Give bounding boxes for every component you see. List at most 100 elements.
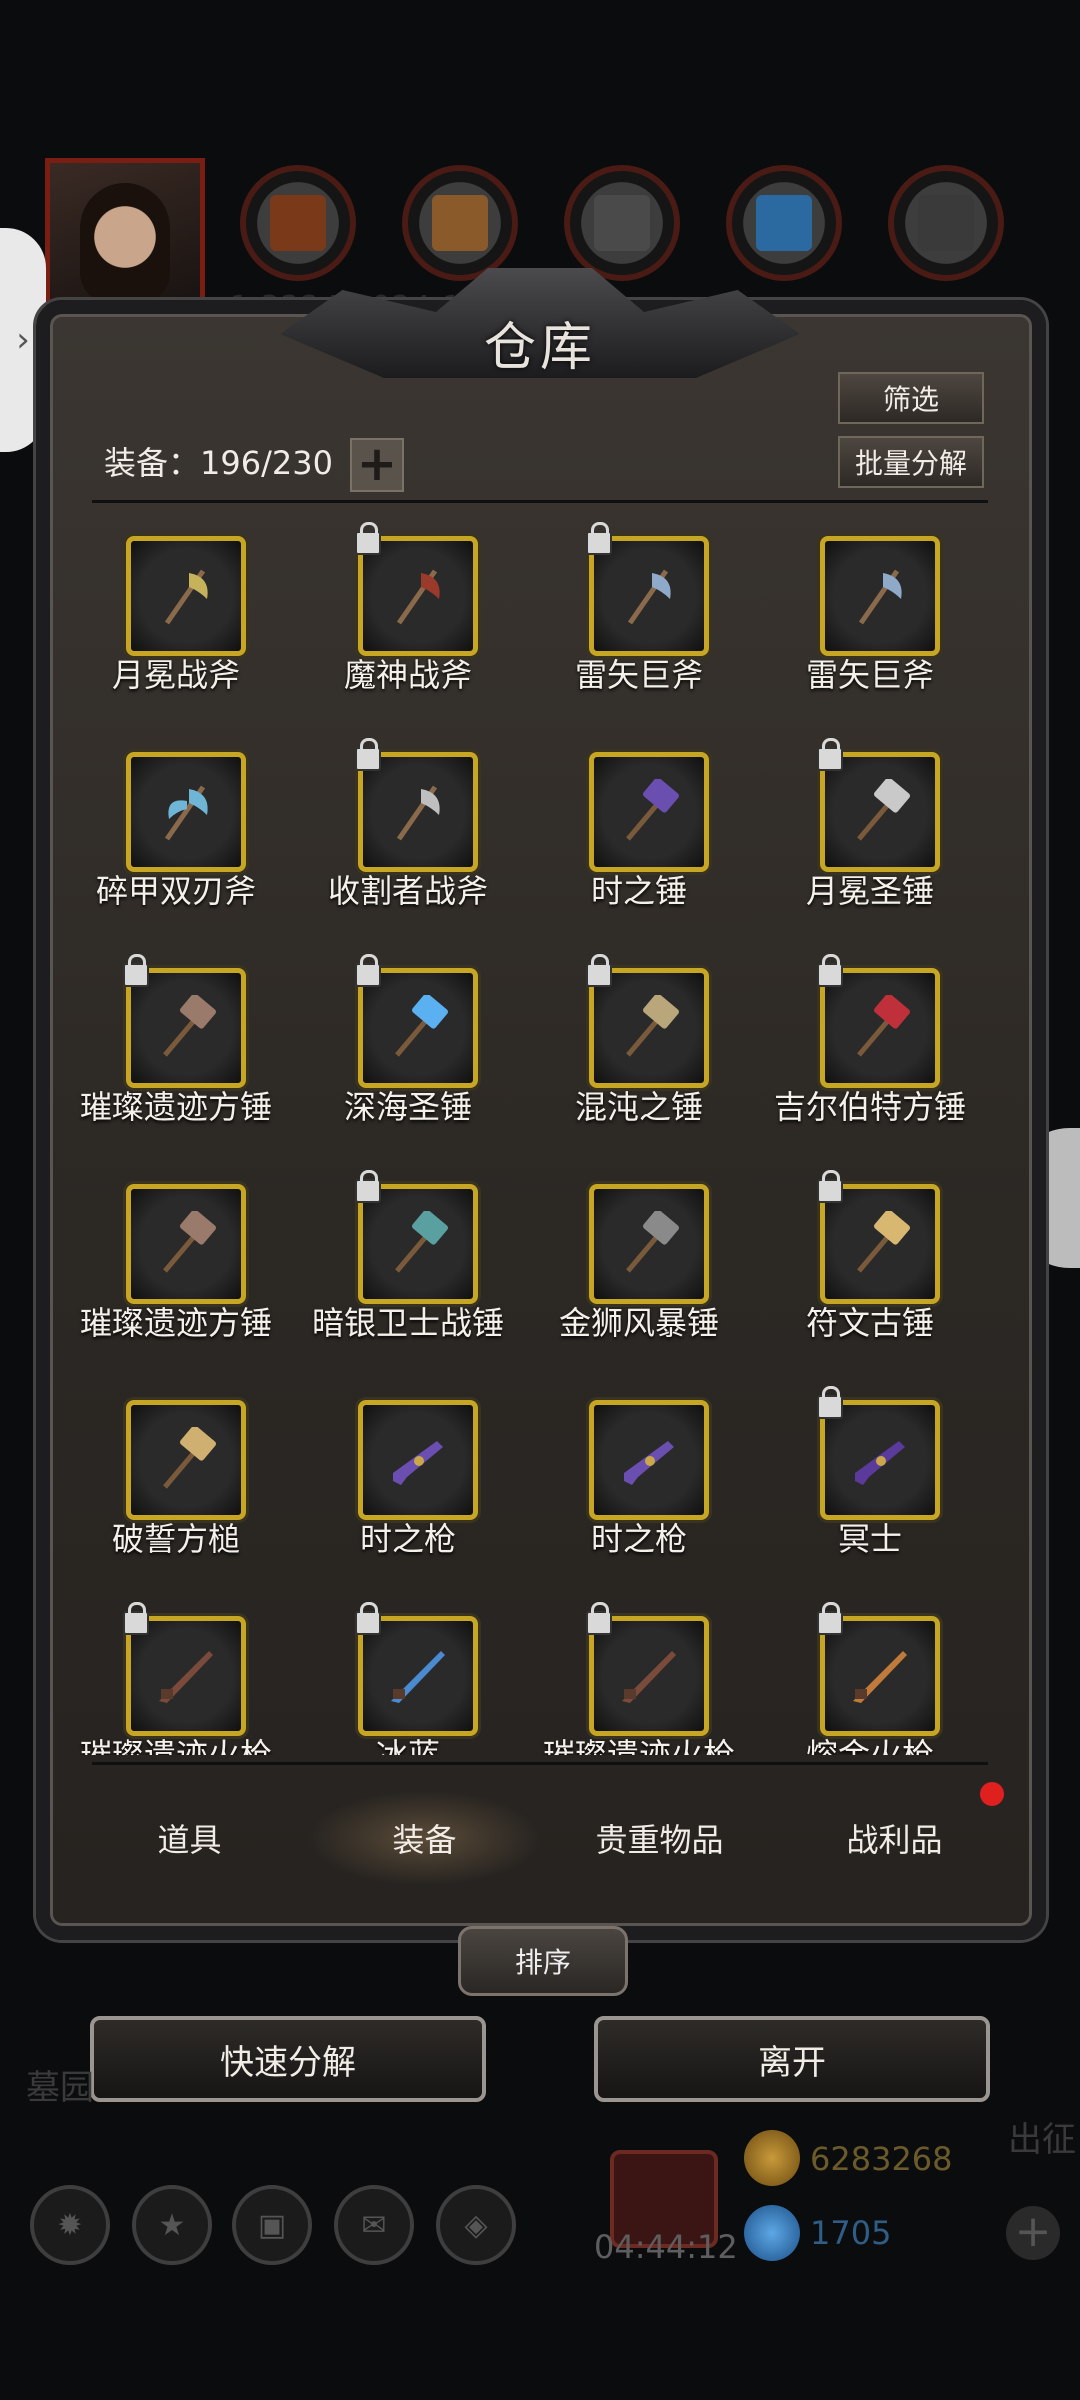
item-name: 璀璨遗迹火枪	[542, 1736, 735, 1755]
inventory-item[interactable]: 璀璨遗迹火枪	[60, 1600, 292, 1755]
sort-button[interactable]: 排序	[458, 1926, 628, 1996]
item-name: 魔神战斧	[343, 656, 472, 694]
cemetery-label: 墓园	[26, 2068, 94, 2108]
meat-resource-icon[interactable]	[240, 165, 356, 281]
item-slot	[817, 738, 940, 872]
achievement-icon[interactable]: ★	[132, 2185, 212, 2265]
gun-icon	[855, 1441, 905, 1485]
item-name: 熔金火枪	[805, 1736, 934, 1755]
lock-icon	[586, 954, 612, 987]
tab-label: 装备	[392, 1821, 457, 1859]
item-slot	[817, 1170, 940, 1304]
inventory-item[interactable]: 璀璨遗迹火枪	[523, 1600, 755, 1755]
crystal-resource-icon[interactable]	[726, 165, 842, 281]
inventory-item[interactable]: 深海圣锤	[292, 952, 524, 1152]
gem-amount: 1705	[810, 2214, 892, 2252]
lock-icon	[123, 1602, 149, 1635]
axe-icon	[164, 569, 208, 625]
tab-label: 贵重物品	[595, 1821, 724, 1859]
item-name: 符文古锤	[805, 1304, 934, 1342]
header-divider	[92, 500, 988, 503]
hammer-icon	[163, 1427, 216, 1489]
item-name: 璀璨遗迹火枪	[79, 1736, 272, 1755]
item-slot	[589, 1400, 709, 1520]
rifle-icon	[853, 1651, 907, 1703]
expedition-label: 出征	[1008, 2120, 1076, 2160]
item-slot	[355, 1602, 478, 1736]
inventory-item[interactable]: 冰蓝	[292, 1600, 524, 1755]
lock-icon	[355, 738, 381, 771]
inventory-item[interactable]: 时之枪	[292, 1384, 524, 1584]
item-slot	[126, 1400, 246, 1520]
inventory-item[interactable]: 破誓方槌	[60, 1384, 292, 1584]
item-name: 收割者战斧	[327, 872, 488, 910]
filter-button[interactable]: 筛选	[838, 372, 984, 424]
batch-decompose-button[interactable]: 批量分解	[838, 436, 984, 488]
lock-icon	[817, 1386, 843, 1419]
tab-loot[interactable]: 战利品	[777, 1790, 1012, 1886]
hammer-icon	[857, 995, 910, 1057]
player-avatar	[80, 183, 170, 303]
inventory-item[interactable]: 雷矢巨斧	[523, 520, 755, 720]
inventory-item[interactable]: 收割者战斧	[292, 736, 524, 936]
inventory-item[interactable]: 暗银卫士战锤	[292, 1168, 524, 1368]
item-name: 深海圣锤	[343, 1088, 472, 1126]
lock-icon	[817, 1602, 843, 1635]
inventory-item[interactable]: 时之锤	[523, 736, 755, 936]
ranking-icon[interactable]: ◈	[436, 2185, 516, 2265]
inventory-item[interactable]: 符文古锤	[754, 1168, 986, 1368]
gun-icon	[393, 1441, 443, 1485]
tab-label: 道具	[157, 1821, 222, 1859]
inventory-item[interactable]: 魔神战斧	[292, 520, 524, 720]
guild-icon[interactable]: ▣	[232, 2185, 312, 2265]
item-slot	[586, 522, 709, 656]
item-slot	[817, 954, 940, 1088]
inventory-item[interactable]: 月冕圣锤	[754, 736, 986, 936]
gift-timer: 04:44:12	[594, 2228, 738, 2266]
item-name: 混沌之锤	[574, 1088, 703, 1126]
category-tabs: 道具 装备 贵重物品 战利品	[72, 1790, 1012, 1886]
inventory-item[interactable]: 碎甲双刃斧	[60, 736, 292, 936]
inventory-item[interactable]: 璀璨遗迹方锤	[60, 952, 292, 1152]
inventory-item[interactable]: 璀璨遗迹方锤	[60, 1168, 292, 1368]
lock-icon	[586, 522, 612, 555]
item-slot	[586, 954, 709, 1088]
inventory-item[interactable]: 时之枪	[523, 1384, 755, 1584]
lightning-axe-icon	[858, 569, 902, 625]
gold-coin-icon	[744, 2130, 800, 2186]
lock-icon	[817, 738, 843, 771]
mail-icon[interactable]: ✉	[334, 2185, 414, 2265]
item-name: 碎甲双刃斧	[95, 872, 256, 910]
item-name: 冥士	[837, 1520, 902, 1558]
settings-icon[interactable]: ✹	[30, 2185, 110, 2265]
tab-label: 战利品	[846, 1821, 943, 1859]
player-portrait[interactable]	[45, 158, 205, 318]
lock-icon	[586, 1602, 612, 1635]
item-slot	[358, 1400, 478, 1520]
expand-capacity-button[interactable]: +	[350, 438, 404, 492]
inventory-item[interactable]: 冥士	[754, 1384, 986, 1584]
tab-items[interactable]: 道具	[72, 1790, 307, 1886]
add-currency-button[interactable]: +	[1006, 2206, 1060, 2260]
wood-resource-icon[interactable]	[402, 165, 518, 281]
inventory-item[interactable]: 雷矢巨斧	[754, 520, 986, 720]
item-name: 月冕圣锤	[805, 872, 934, 910]
inventory-item[interactable]: 混沌之锤	[523, 952, 755, 1152]
stone-resource-icon[interactable]	[564, 165, 680, 281]
item-slot	[817, 1602, 940, 1736]
lock-icon	[817, 1170, 843, 1203]
lock-icon	[355, 1170, 381, 1203]
iron-resource-icon[interactable]	[888, 165, 1004, 281]
inventory-item[interactable]: 熔金火枪	[754, 1600, 986, 1755]
leave-button[interactable]: 离开	[594, 2016, 990, 2102]
lock-icon	[355, 954, 381, 987]
quick-decompose-button[interactable]: 快速分解	[90, 2016, 486, 2102]
tab-equipment[interactable]: 装备	[307, 1790, 542, 1886]
rifle-icon	[622, 1651, 676, 1703]
hammer-icon	[626, 995, 679, 1057]
inventory-item[interactable]: 吉尔伯特方锤	[754, 952, 986, 1152]
inventory-item[interactable]: 月冕战斧	[60, 520, 292, 720]
lock-icon	[817, 954, 843, 987]
tab-valuables[interactable]: 贵重物品	[542, 1790, 777, 1886]
inventory-item[interactable]: 金狮风暴锤	[523, 1168, 755, 1368]
